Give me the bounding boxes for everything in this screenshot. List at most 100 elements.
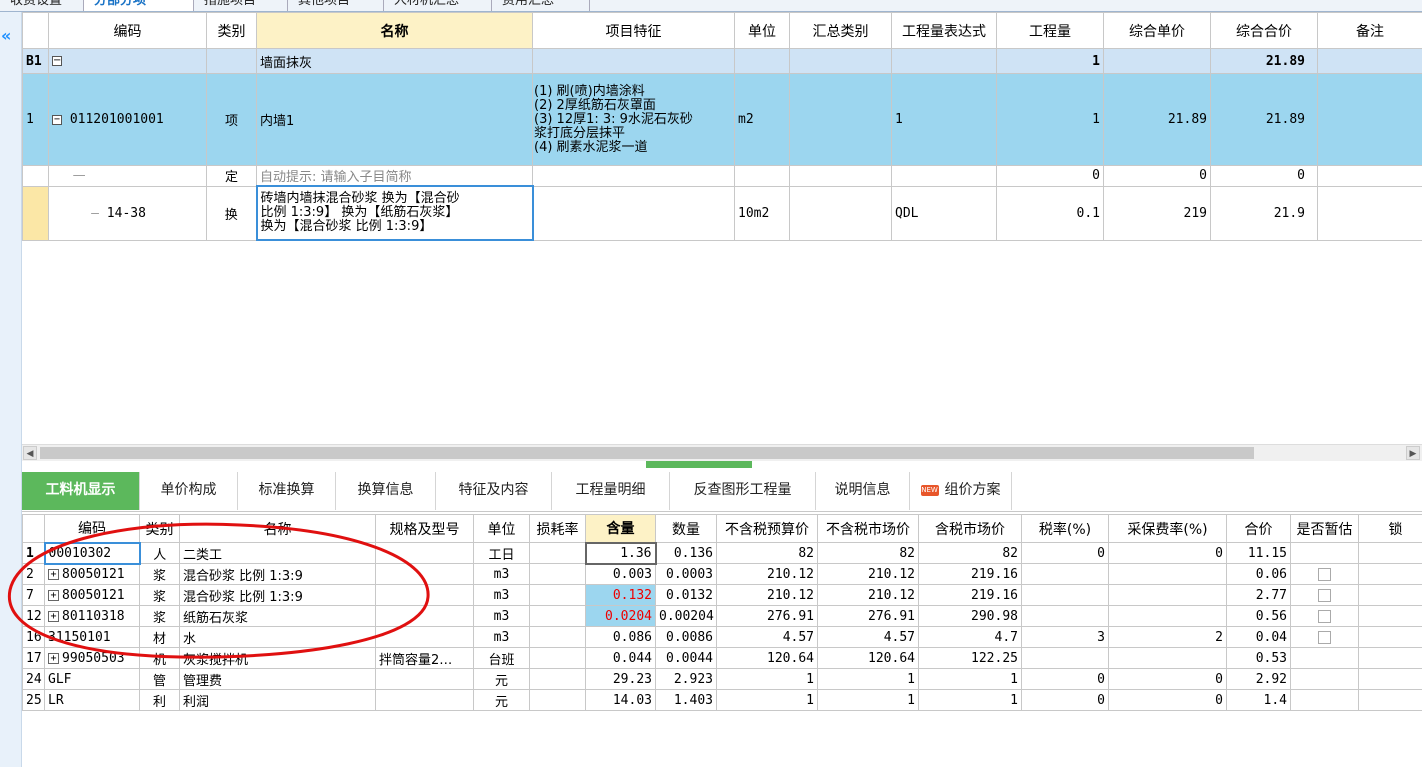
left-collapse-strip[interactable]: «	[0, 12, 22, 767]
provisional-checkbox[interactable]	[1318, 588, 1331, 602]
resource-content[interactable]: 14.03	[585, 689, 656, 711]
resource-spec[interactable]	[375, 668, 474, 690]
tab-labor-material-summary[interactable]: 人材机汇总	[384, 0, 492, 11]
resource-row[interactable]: 12 +80110318 浆纸筋石灰浆 m3 0.0204 0.00204 276.91 27…	[22, 605, 1422, 627]
col-header-tax-market[interactable]: 含税市场价	[918, 514, 1022, 543]
sub-row[interactable]: — 14-38 换 砖墙内墙抹混合砂浆 换为【混合砂 比例 1:3:9】 换为【…	[22, 185, 1422, 241]
tab-reverse-lookup[interactable]: 反查图形工程量	[670, 472, 816, 510]
resource-tax-rate[interactable]: 3	[1021, 626, 1109, 648]
resource-code-cell[interactable]: +99050503	[44, 647, 140, 669]
tab-description[interactable]: 说明信息	[816, 472, 910, 510]
resource-tax-rate[interactable]	[1021, 563, 1109, 585]
resource-pre-tax-budget[interactable]: 120.64	[716, 647, 818, 669]
resource-pre-tax-market[interactable]: 276.91	[817, 605, 919, 627]
col-header-remark[interactable]: 备注	[1317, 12, 1422, 49]
resource-pre-tax-budget[interactable]: 1	[716, 668, 818, 690]
panel-splitter-handle[interactable]	[646, 461, 752, 468]
col-header-expression[interactable]: 工程量表达式	[891, 12, 997, 49]
col-header-total[interactable]: 综合合价	[1210, 12, 1318, 49]
resource-lock[interactable]	[1358, 563, 1422, 585]
resource-tax-rate[interactable]: 0	[1021, 542, 1109, 564]
tab-measures[interactable]: 措施项目	[194, 0, 288, 11]
tab-fee-settings[interactable]: 收费设置	[0, 0, 84, 11]
resource-tax-rate[interactable]	[1021, 584, 1109, 606]
resource-row[interactable]: 24 GLF 管管理费元 29.23 2.923 1 1 1 0 0 2.92	[22, 668, 1422, 690]
resource-provisional[interactable]	[1290, 542, 1359, 564]
resource-code-cell[interactable]: 00010302	[43, 541, 141, 565]
resource-pre-tax-market[interactable]: 210.12	[817, 563, 919, 585]
col-header-pre-tax-market[interactable]: 不含税市场价	[817, 514, 919, 543]
auto-hint-row[interactable]: — 定 自动提示: 请输入子目简称 0 0 0	[22, 165, 1422, 187]
resource-row[interactable]: 7 +80050121 浆混合砂浆 比例 1:3:9 m3 0.132 0.0132 210…	[22, 584, 1422, 606]
collapse-minus-icon[interactable]: −	[52, 56, 62, 66]
resource-fee-rate[interactable]	[1108, 584, 1227, 606]
resource-loss-rate[interactable]	[529, 584, 586, 606]
provisional-checkbox[interactable]	[1318, 609, 1331, 623]
expand-plus-icon[interactable]: +	[48, 568, 59, 580]
resource-spec[interactable]: 拌筒容量2…	[375, 647, 474, 669]
scroll-right-icon[interactable]: ▶	[1406, 446, 1420, 460]
resource-tax-market[interactable]: 82	[918, 542, 1022, 564]
horizontal-scrollbar[interactable]: ◀ ▶	[22, 444, 1422, 461]
resource-content[interactable]: 0.0204	[585, 605, 656, 627]
resource-lock[interactable]	[1358, 647, 1422, 669]
resource-provisional[interactable]	[1290, 605, 1359, 627]
provisional-checkbox[interactable]	[1318, 630, 1331, 644]
col-header-summary-type[interactable]: 汇总类别	[789, 12, 892, 49]
resource-provisional[interactable]	[1290, 647, 1359, 669]
resource-loss-rate[interactable]	[529, 689, 586, 711]
collapse-left-icon[interactable]: «	[1, 26, 11, 45]
resource-name[interactable]: 灰浆搅拌机	[179, 647, 376, 669]
resource-provisional[interactable]	[1290, 626, 1359, 648]
resource-fee-rate[interactable]	[1108, 647, 1227, 669]
resource-fee-rate[interactable]	[1108, 563, 1227, 585]
tab-standard-conversion[interactable]: 标准换算	[238, 472, 336, 510]
resource-loss-rate[interactable]	[529, 605, 586, 627]
resource-content[interactable]: 0.086	[585, 626, 656, 648]
resource-tax-market[interactable]: 4.7	[918, 626, 1022, 648]
resource-provisional[interactable]	[1290, 668, 1359, 690]
resource-row[interactable]: 1 00010302 人二类工 工日 1.36 0.136 82 82 82 0 0 11.15	[22, 541, 1422, 565]
resource-provisional[interactable]	[1290, 584, 1359, 606]
sub-name-editor[interactable]: 砖墙内墙抹混合砂浆 换为【混合砂 比例 1:3:9】 换为【纸筋石灰浆】 换为【…	[255, 185, 534, 241]
col-header-type[interactable]: 类别	[139, 514, 180, 543]
resource-spec[interactable]	[375, 605, 474, 627]
resource-code-cell[interactable]: +80050121	[44, 584, 140, 606]
sub-qty[interactable]: 0.1	[996, 185, 1104, 241]
col-header-loss-rate[interactable]: 损耗率	[529, 514, 586, 543]
resource-code-cell[interactable]: +80050121	[44, 563, 140, 585]
tab-pricing-plan[interactable]: NEW 组价方案	[910, 472, 1012, 510]
sub-expression[interactable]: QDL	[891, 185, 997, 241]
resource-name[interactable]: 水	[179, 626, 376, 648]
resource-spec[interactable]	[375, 584, 474, 606]
tab-feature-content[interactable]: 特征及内容	[436, 472, 552, 510]
resource-lock[interactable]	[1358, 605, 1422, 627]
resource-spec[interactable]	[375, 542, 474, 564]
resource-spec[interactable]	[375, 626, 474, 648]
resource-row[interactable]: 25 LR 利利润元 14.03 1.403 1 1 1 0 0 1.4	[22, 689, 1422, 711]
item-feature[interactable]: (1) 刷(喷)内墙涂料 (2) 2厚纸筋石灰罩面 (3) 12厚1: 3: 9…	[532, 73, 735, 166]
resource-spec[interactable]	[375, 563, 474, 585]
resource-content[interactable]: 1.36	[584, 541, 657, 565]
col-header-provisional[interactable]: 是否暂估	[1290, 514, 1359, 543]
col-header-total[interactable]: 合价	[1226, 514, 1291, 543]
resource-code-cell[interactable]: LR	[44, 689, 140, 711]
section-row[interactable]: B1 − 墙面抹灰 1 21.89	[22, 48, 1422, 74]
resource-pre-tax-market[interactable]: 82	[817, 542, 919, 564]
col-header-unit-price[interactable]: 综合单价	[1103, 12, 1211, 49]
resource-lock[interactable]	[1358, 689, 1422, 711]
resource-lock[interactable]	[1358, 626, 1422, 648]
resource-tax-market[interactable]: 122.25	[918, 647, 1022, 669]
col-header-type[interactable]: 类别	[206, 12, 257, 49]
resource-loss-rate[interactable]	[529, 542, 586, 564]
resource-fee-rate[interactable]: 0	[1108, 542, 1227, 564]
col-header-fee-rate[interactable]: 采保费率(%)	[1108, 514, 1227, 543]
resource-lock[interactable]	[1358, 668, 1422, 690]
col-header-quantity[interactable]: 工程量	[996, 12, 1104, 49]
expand-plus-icon[interactable]: +	[48, 589, 59, 601]
resource-code-cell[interactable]: 31150101	[44, 626, 140, 648]
resource-pre-tax-market[interactable]: 210.12	[817, 584, 919, 606]
expand-plus-icon[interactable]: +	[48, 652, 59, 664]
resource-pre-tax-budget[interactable]: 276.91	[716, 605, 818, 627]
resource-provisional[interactable]	[1290, 689, 1359, 711]
